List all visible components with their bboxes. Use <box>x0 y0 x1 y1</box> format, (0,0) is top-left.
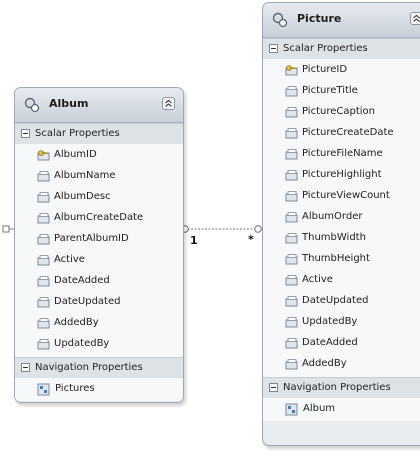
navigation-properties-label: Navigation Properties <box>283 382 391 393</box>
property-row[interactable]: AddedBy <box>263 354 420 375</box>
property-row[interactable]: PictureTitle <box>263 81 420 102</box>
multiplicity-many: * <box>248 233 254 246</box>
property-icon <box>285 212 298 223</box>
property-icon <box>285 107 298 118</box>
property-row[interactable]: DateAdded <box>15 271 183 292</box>
collapse-toggle-icon[interactable] <box>21 129 30 138</box>
navigation-property-icon <box>285 403 298 416</box>
property-row[interactable]: ThumbWidth <box>263 228 420 249</box>
album-entity[interactable]: Album Scalar Properties AlbumID AlbumNam… <box>14 87 184 403</box>
property-icon <box>285 254 298 265</box>
property-row[interactable]: PictureViewCount <box>263 186 420 207</box>
picture-title: Picture <box>297 12 342 25</box>
property-icon <box>37 339 50 350</box>
property-icon <box>285 275 298 286</box>
picture-property-list: PictureID PictureTitle PictureCaption Pi… <box>263 59 420 377</box>
multiplicity-one: 1 <box>190 234 198 247</box>
key-property-icon <box>285 65 298 76</box>
collapse-toggle-icon[interactable] <box>269 44 278 53</box>
collapse-chevron-icon[interactable] <box>162 97 175 110</box>
picture-navigation-section[interactable]: Navigation Properties <box>263 377 420 398</box>
entity-icon <box>24 97 40 113</box>
property-row[interactable]: DateUpdated <box>15 292 183 313</box>
property-icon <box>285 86 298 97</box>
collapse-chevron-icon[interactable] <box>410 12 420 25</box>
album-title: Album <box>49 97 89 110</box>
property-icon <box>285 359 298 370</box>
album-navigation-section[interactable]: Navigation Properties <box>15 357 183 378</box>
picture-entity[interactable]: Picture Scalar Properties PictureID Pict… <box>262 2 420 446</box>
property-row[interactable]: UpdatedBy <box>15 334 183 355</box>
property-icon <box>37 192 50 203</box>
property-row[interactable]: Active <box>15 250 183 271</box>
collapse-toggle-icon[interactable] <box>21 363 30 372</box>
property-icon <box>37 318 50 329</box>
property-icon <box>37 297 50 308</box>
property-row[interactable]: PictureCreateDate <box>263 123 420 144</box>
property-row[interactable]: ThumbHeight <box>263 249 420 270</box>
property-row[interactable]: PictureCaption <box>263 102 420 123</box>
property-row[interactable]: AddedBy <box>15 313 183 334</box>
property-row[interactable]: UpdatedBy <box>263 312 420 333</box>
property-row[interactable]: AlbumName <box>15 166 183 187</box>
album-scalar-section[interactable]: Scalar Properties <box>15 123 183 144</box>
property-icon <box>37 234 50 245</box>
property-row[interactable]: AlbumID <box>15 145 183 166</box>
property-icon <box>285 338 298 349</box>
property-row[interactable]: AlbumDesc <box>15 187 183 208</box>
entity-icon <box>272 12 288 28</box>
property-icon <box>285 191 298 202</box>
property-icon <box>285 233 298 244</box>
property-row[interactable]: DateAdded <box>263 333 420 354</box>
album-property-list: AlbumID AlbumName AlbumDesc AlbumCreateD… <box>15 144 183 357</box>
property-icon <box>285 317 298 328</box>
property-row[interactable]: AlbumOrder <box>263 207 420 228</box>
property-icon <box>285 149 298 160</box>
property-icon <box>285 128 298 139</box>
picture-header[interactable]: Picture <box>263 3 420 38</box>
property-icon <box>37 213 50 224</box>
property-row[interactable]: Active <box>263 270 420 291</box>
picture-scalar-section[interactable]: Scalar Properties <box>263 38 420 59</box>
collapse-toggle-icon[interactable] <box>269 383 278 392</box>
navigation-properties-label: Navigation Properties <box>35 362 143 373</box>
property-row[interactable]: AlbumCreateDate <box>15 208 183 229</box>
scalar-properties-label: Scalar Properties <box>35 128 120 139</box>
navigation-property-row[interactable]: Pictures <box>15 378 183 401</box>
property-icon <box>285 296 298 307</box>
scalar-properties-label: Scalar Properties <box>283 43 368 54</box>
property-row[interactable]: DateUpdated <box>263 291 420 312</box>
property-row[interactable]: PictureHighlight <box>263 165 420 186</box>
property-icon <box>37 255 50 266</box>
property-row[interactable]: PictureFileName <box>263 144 420 165</box>
album-header[interactable]: Album <box>15 88 183 123</box>
property-icon <box>285 170 298 181</box>
property-icon <box>37 276 50 287</box>
navigation-property-icon <box>37 383 50 396</box>
key-property-icon <box>37 150 50 161</box>
navigation-property-row[interactable]: Album <box>263 398 420 421</box>
property-icon <box>37 171 50 182</box>
property-row[interactable]: ParentAlbumID <box>15 229 183 250</box>
property-row[interactable]: PictureID <box>263 60 420 81</box>
